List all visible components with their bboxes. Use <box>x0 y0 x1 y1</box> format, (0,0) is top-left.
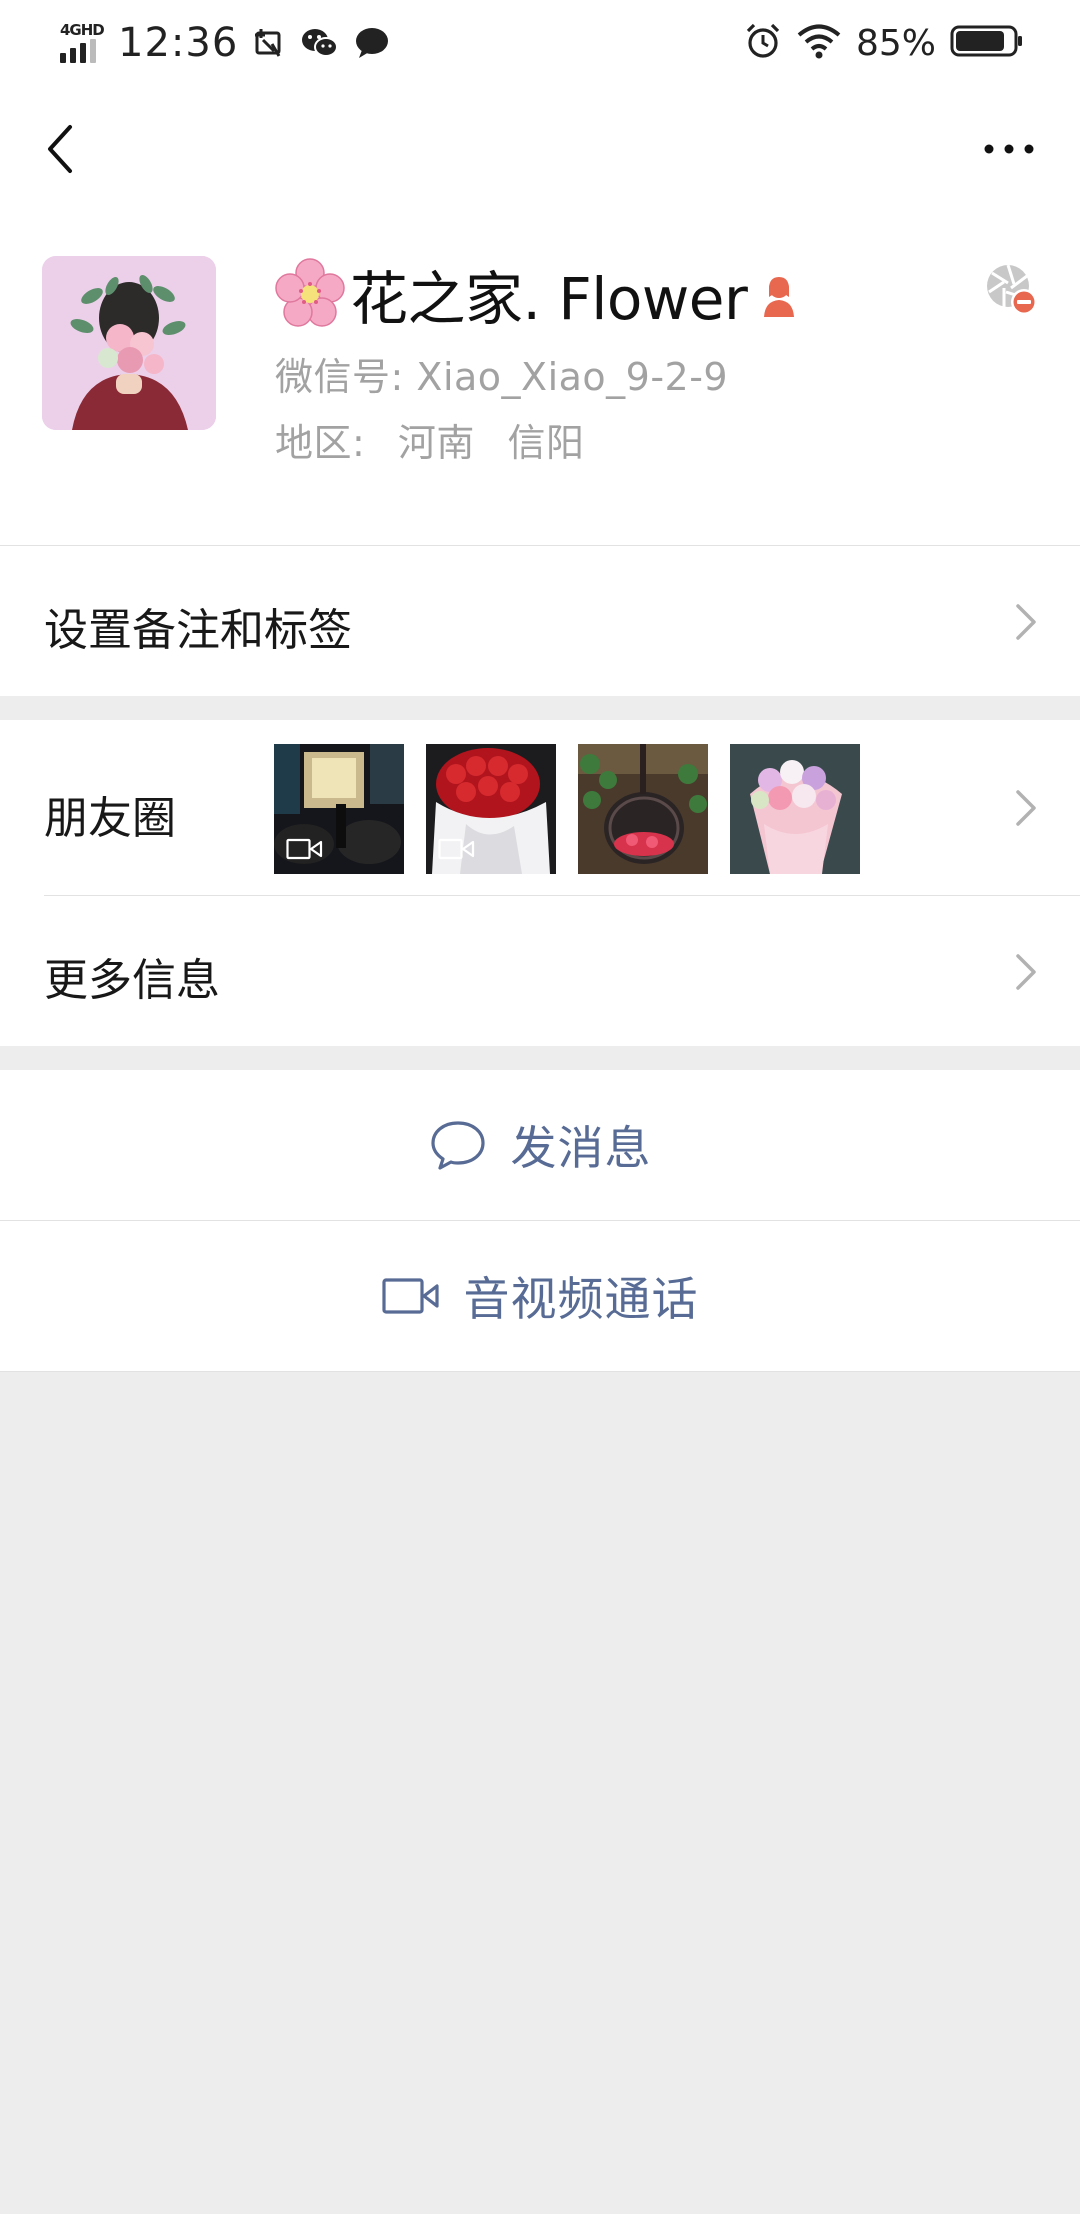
region-label: 地区: <box>275 421 366 465</box>
chevron-right-icon <box>1016 604 1036 640</box>
wechat-id-label: 微信号: <box>275 355 404 399</box>
send-message-button[interactable]: 发消息 <box>0 1070 1080 1220</box>
status-bar: 4GHD 12:36 85% <box>0 0 1080 86</box>
video-call-button[interactable]: 音视频通话 <box>0 1221 1080 1371</box>
wechat-id: 微信号: Xiao_Xiao_9-2-9 <box>275 346 728 401</box>
signal-icon: 4GHD <box>58 21 106 65</box>
alarm-icon <box>744 22 782 64</box>
row-moments[interactable]: 朋友圈 <box>0 720 1080 896</box>
chevron-right-icon <box>1016 954 1036 990</box>
moment-thumb-flower-swing[interactable] <box>578 744 708 874</box>
more-dots-icon <box>984 144 1034 154</box>
chevron-right-icon <box>1016 790 1036 826</box>
contact-name: 花之家. Flower <box>350 265 748 333</box>
moment-thumb-shop-night[interactable] <box>274 744 404 874</box>
row-label-remark: 设置备注和标签 <box>44 605 352 656</box>
battery-percent: 85% <box>855 22 936 64</box>
chat-bubble-icon <box>430 1121 485 1170</box>
wechat-id-value: Xiao_Xiao_9-2-9 <box>416 355 729 399</box>
female-person-icon <box>764 277 795 317</box>
back-button[interactable] <box>30 114 90 184</box>
avatar-image <box>42 256 216 430</box>
row-more-info[interactable]: 更多信息 <box>0 896 1080 1046</box>
status-bar-right: 85% <box>744 16 1024 70</box>
wifi-icon <box>796 22 842 64</box>
video-call-label: 音视频通话 <box>463 1272 699 1326</box>
video-camera-icon <box>381 1278 439 1314</box>
send-message-label: 发消息 <box>510 1121 652 1175</box>
chevron-left-icon <box>48 125 72 173</box>
divider <box>0 1371 1080 1372</box>
aperture-blocked-icon[interactable] <box>984 262 1040 318</box>
status-bar-left: 4GHD 12:36 <box>58 16 390 70</box>
row-label-more-info: 更多信息 <box>44 955 220 1006</box>
row-label-moments: 朋友圈 <box>44 793 176 844</box>
message-icon <box>354 26 390 60</box>
moment-thumb-red-roses[interactable] <box>426 744 556 874</box>
region-city: 信阳 <box>507 421 585 465</box>
row-set-remark-tags[interactable]: 设置备注和标签 <box>0 546 1080 696</box>
nav-bar <box>0 86 1080 216</box>
status-time: 12:36 <box>118 20 239 66</box>
moment-thumb-pink-bouquet[interactable] <box>730 744 860 874</box>
cherry-blossom-icon <box>275 258 345 327</box>
video-icon <box>438 838 475 860</box>
screenshot-icon <box>252 26 286 60</box>
name-row: 花之家. Flower <box>272 254 799 334</box>
moments-thumbnails <box>274 744 860 874</box>
region: 地区: 河南 信阳 <box>275 412 585 467</box>
network-type: 4GHD <box>60 21 105 39</box>
avatar[interactable] <box>42 256 216 430</box>
video-icon <box>286 838 323 860</box>
region-province: 河南 <box>397 421 475 465</box>
wechat-icon <box>300 26 340 60</box>
battery-icon <box>950 24 1024 62</box>
more-button[interactable] <box>974 114 1044 184</box>
profile-header: 花之家. Flower 微信号: Xiao_Xiao_9-2-9 地区: 河南 … <box>0 216 1080 546</box>
